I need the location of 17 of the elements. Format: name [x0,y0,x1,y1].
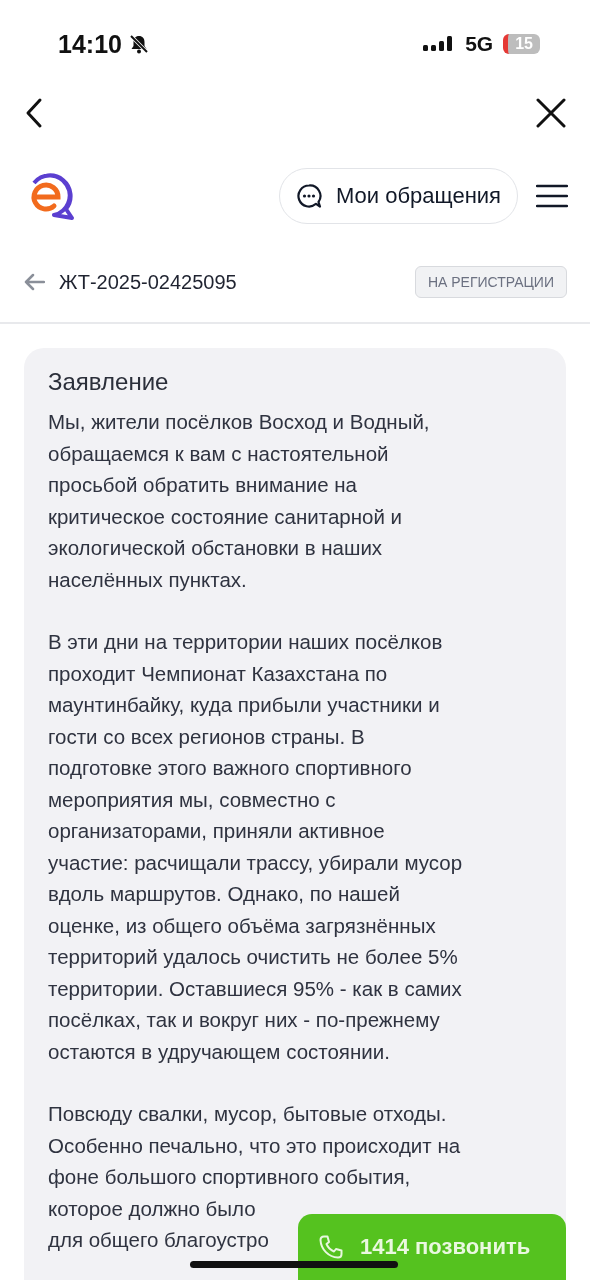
request-number: ЖТ-2025-02425095 [59,270,237,294]
battery-indicator: 15 [503,34,540,54]
status-badge: НА РЕГИСТРАЦИИ [414,266,567,298]
status-time: 14:10 [58,29,122,59]
my-requests-button[interactable]: Мои обращения [279,168,518,224]
card-title: Заявление [48,368,170,396]
chat-icon [296,183,323,209]
back-arrow-icon[interactable] [23,273,45,291]
menu-icon[interactable] [536,184,568,208]
statement-paragraph: Мы, жители посёлков Восход и Водный, обращаемся к вам с настоятельной просьбой обратить внимание на критическое состояние санитарной и экологической обстановки в наших населённых пунктах. [48,409,431,593]
network-label: 5G [465,32,494,56]
back-icon[interactable] [24,97,44,129]
statement-paragraph: которое должно было для общего благоустро [48,1195,269,1253]
bell-muted-icon [127,33,150,55]
phone-icon [318,1234,344,1260]
close-icon[interactable] [536,98,566,128]
statement-paragraph: В эти дни на территории наших посёлков проходит Чемпионат Казахстана по маунтинбайку, куда прибыли участники и гости со всех регионов страны. В подготовке этого важного спортивного мероприятия мы, совместно с организаторами, приняли активное участие: расчищали трассу, убирали мусор вдоль маршрутов. Однако, по нашей оценке, из общего объёма загрязнённых территорий удалось очистить не более 5% территории. Оставшиеся 95% - как в самих посёлках, так и вокруг них - по-прежнему остаются в удручающем состоянии. [48,629,464,1065]
